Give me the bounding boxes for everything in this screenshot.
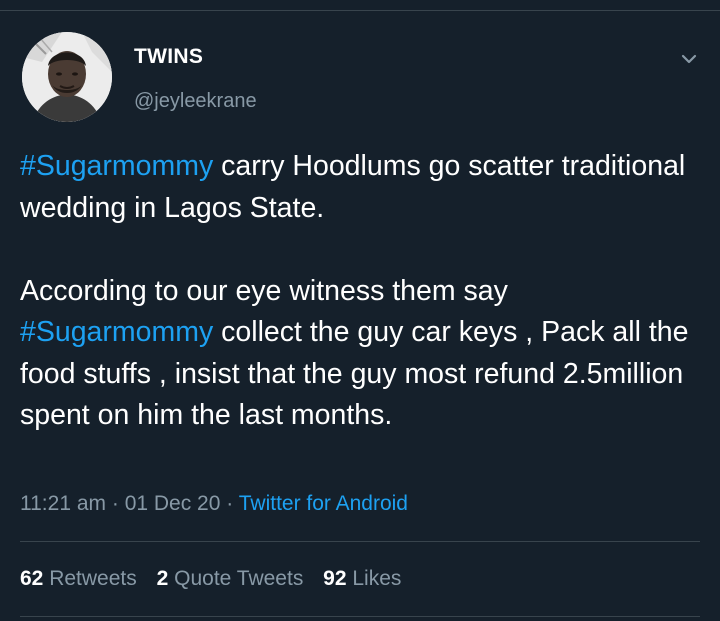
bottom-divider (20, 616, 700, 617)
tweet-date: 01 Dec 20 (124, 492, 221, 515)
likes-count: 92 (323, 567, 347, 590)
tweet-detail: TWINS @jeyleekrane #Sugarmommy carry Hoo… (0, 0, 720, 621)
tweet-time: 11:21 am (20, 492, 106, 515)
avatar-photo (22, 32, 112, 122)
meta-separator: · (111, 492, 119, 515)
tweet-meta: 11:21 am · 01 Dec 20 · Twitter for Andro… (20, 492, 408, 516)
stats-divider (20, 541, 700, 542)
author-name[interactable]: TWINS (134, 45, 203, 69)
chevron-down-icon[interactable] (676, 46, 702, 72)
top-divider (0, 10, 720, 11)
meta-separator: · (226, 492, 234, 515)
quote-tweets-stat[interactable]: 2 Quote Tweets (157, 567, 304, 590)
author-handle[interactable]: @jeyleekrane (134, 90, 257, 113)
avatar[interactable] (22, 32, 112, 122)
likes-stat[interactable]: 92 Likes (323, 567, 401, 590)
tweet-paragraph-1: #Sugarmommy carry Hoodlums go scatter tr… (20, 146, 700, 229)
quote-tweets-label: Quote Tweets (174, 567, 304, 590)
likes-label: Likes (352, 567, 402, 590)
tweet-source-link[interactable]: Twitter for Android (239, 492, 408, 515)
retweets-count: 62 (20, 567, 44, 590)
hashtag-link[interactable]: #Sugarmommy (20, 316, 213, 348)
tweet-text: #Sugarmommy carry Hoodlums go scatter tr… (20, 146, 700, 437)
retweets-stat[interactable]: 62 Retweets (20, 567, 137, 590)
tweet-text-segment: According to our eye witness them say (20, 274, 508, 307)
tweet-paragraph-2: According to our eye witness them say #S… (20, 271, 700, 437)
retweets-label: Retweets (49, 567, 137, 590)
hashtag-link[interactable]: #Sugarmommy (20, 150, 213, 182)
quote-tweets-count: 2 (156, 567, 169, 590)
tweet-stats: 62 Retweets 2 Quote Tweets 92 Likes (20, 567, 415, 591)
